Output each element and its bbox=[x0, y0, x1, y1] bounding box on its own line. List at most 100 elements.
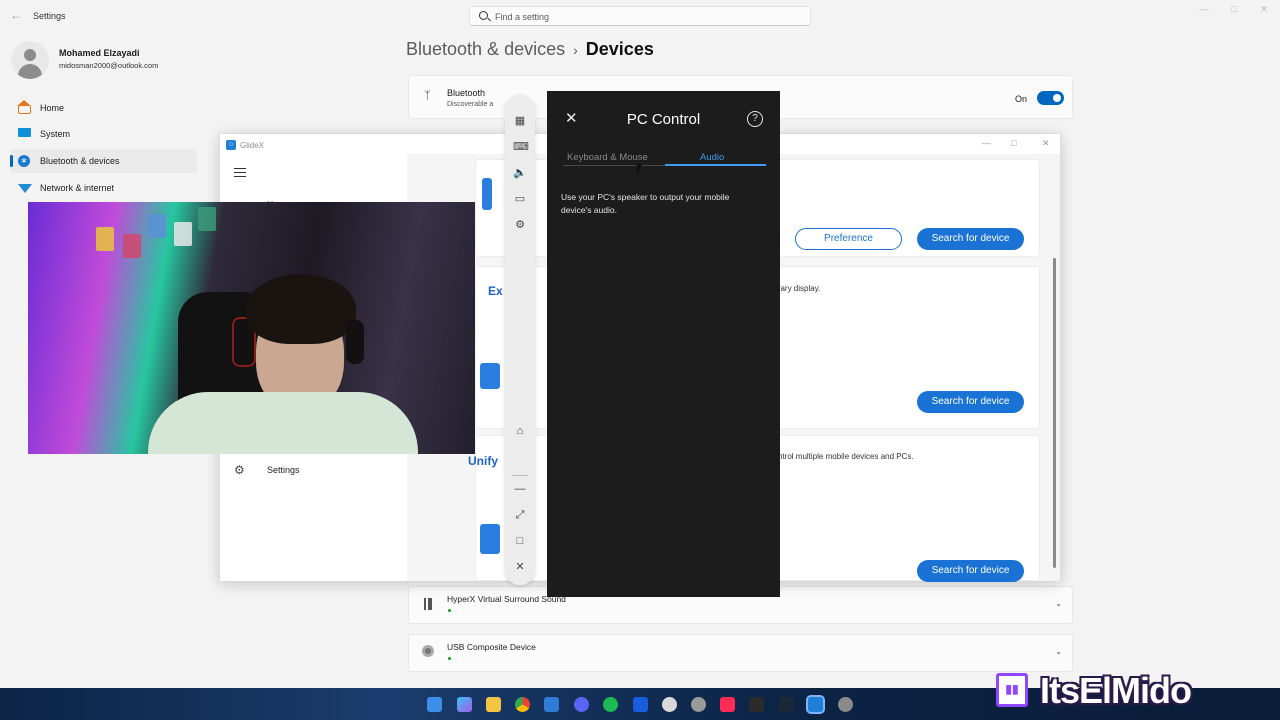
pc-control-panel: ✕ PC Control ? Keyboard & Mouse Audio Us… bbox=[547, 91, 780, 597]
settings-icon[interactable] bbox=[838, 697, 853, 712]
epic-games-icon[interactable] bbox=[749, 697, 764, 712]
streamer-shirt bbox=[148, 392, 418, 454]
device-name: USB Composite Device bbox=[447, 642, 536, 652]
file-explorer-icon[interactable] bbox=[486, 697, 501, 712]
app-icon[interactable] bbox=[544, 697, 559, 712]
help-icon[interactable]: ? bbox=[747, 111, 763, 127]
steelseries-icon[interactable] bbox=[662, 697, 677, 712]
keyboard-icon[interactable]: ⌨ bbox=[513, 140, 529, 154]
tab-active-indicator bbox=[665, 164, 766, 166]
app-icon[interactable] bbox=[691, 697, 706, 712]
audio-description: Use your PC's speaker to output your mob… bbox=[561, 192, 730, 215]
copilot-icon[interactable] bbox=[457, 697, 472, 712]
fullscreen-icon[interactable]: ⤢ bbox=[513, 508, 527, 522]
glidex-nav-settings[interactable]: Settings bbox=[267, 465, 300, 475]
bluetooth-icon: ᛉ bbox=[424, 90, 431, 102]
status-dot bbox=[448, 657, 451, 660]
hamburger-menu-icon[interactable] bbox=[234, 168, 246, 177]
back-arrow-icon[interactable]: ← bbox=[10, 8, 24, 22]
maximize-icon[interactable]: □ bbox=[1011, 138, 1016, 148]
profile-name: Mohamed Elzayadi bbox=[59, 48, 140, 58]
floating-toolbar: ▦ ⌨ 🔈 ▭ ⚙ ⌂ — ⤢ □ ✕ bbox=[505, 95, 535, 585]
card-heading: Ex bbox=[488, 284, 503, 298]
profile-email: midosman2000@outlook.com bbox=[59, 61, 159, 70]
minimize-icon[interactable]: — bbox=[1196, 4, 1212, 18]
twitch-icon: ▮▮ bbox=[996, 673, 1028, 707]
chevron-down-icon[interactable]: ⌄ bbox=[1055, 599, 1062, 608]
chrome-icon[interactable] bbox=[515, 697, 530, 712]
poster-image bbox=[174, 222, 192, 246]
speaker-icon[interactable]: 🔈 bbox=[513, 166, 527, 180]
steam-icon[interactable] bbox=[779, 697, 794, 712]
glidex-icon[interactable] bbox=[806, 695, 825, 714]
sidebar-item-home[interactable]: Home bbox=[10, 96, 197, 120]
start-icon[interactable] bbox=[427, 697, 442, 712]
sidebar-item-label: Network & internet bbox=[40, 183, 115, 193]
illustration-icon bbox=[480, 524, 500, 554]
breadcrumb-parent[interactable]: Bluetooth & devices bbox=[406, 39, 565, 59]
card-description: ntrol multiple mobile devices and PCs. bbox=[778, 452, 914, 461]
poster-image bbox=[123, 234, 141, 258]
headset bbox=[346, 320, 364, 364]
search-icon bbox=[479, 11, 488, 20]
webcam-overlay bbox=[28, 202, 475, 454]
tab-audio[interactable]: Audio bbox=[700, 152, 724, 163]
glidex-title: GlideX bbox=[240, 141, 265, 150]
bluetooth-subtitle: Discoverable a bbox=[447, 101, 494, 108]
settings-titlebar: ← Settings — □ ✕ bbox=[0, 0, 1280, 32]
close-icon[interactable]: ✕ bbox=[513, 560, 527, 574]
sidebar-item-label: System bbox=[40, 129, 71, 139]
preference-button[interactable]: Preference bbox=[795, 228, 902, 250]
wifi-icon bbox=[18, 184, 32, 193]
minimize-icon[interactable]: — bbox=[513, 482, 527, 496]
search-input[interactable] bbox=[495, 10, 795, 23]
home-icon[interactable]: ⌂ bbox=[513, 424, 527, 438]
chevron-down-icon[interactable]: ⌄ bbox=[1055, 647, 1062, 656]
discord-icon[interactable] bbox=[574, 697, 589, 712]
mouse-cursor-icon bbox=[637, 164, 642, 176]
poster-image bbox=[96, 227, 114, 251]
close-icon[interactable]: ✕ bbox=[1256, 4, 1272, 18]
sidebar-item-label: Bluetooth & devices bbox=[40, 156, 120, 166]
sidebar-item-network[interactable]: Network & internet bbox=[10, 176, 197, 200]
spotify-icon[interactable] bbox=[603, 697, 618, 712]
search-box[interactable] bbox=[469, 6, 811, 26]
window-icon[interactable]: □ bbox=[513, 534, 527, 548]
status-dot bbox=[448, 609, 451, 612]
close-icon[interactable]: ✕ bbox=[1042, 138, 1050, 149]
search-device-button[interactable]: Search for device bbox=[917, 560, 1024, 582]
avatar[interactable] bbox=[11, 41, 49, 79]
poster-image bbox=[198, 207, 216, 231]
screen-icon[interactable]: ▭ bbox=[513, 192, 527, 206]
tiktok-icon[interactable] bbox=[720, 697, 735, 712]
bluetooth-toggle[interactable] bbox=[1037, 91, 1064, 105]
speaker-icon bbox=[424, 598, 432, 610]
bitwarden-icon[interactable] bbox=[633, 697, 648, 712]
search-device-button[interactable]: Search for device bbox=[917, 391, 1024, 413]
minimize-icon[interactable]: — bbox=[982, 138, 991, 148]
streamer-hair bbox=[246, 274, 356, 344]
gear-icon[interactable]: ⚙ bbox=[513, 218, 527, 232]
bluetooth-icon: ∗ bbox=[18, 155, 30, 167]
poster-image bbox=[148, 214, 166, 238]
gear-icon: ⚙ bbox=[234, 463, 245, 477]
page-title: Devices bbox=[585, 39, 654, 59]
app-title: Settings bbox=[33, 11, 66, 21]
webcam-icon bbox=[422, 645, 434, 657]
chevron-right-icon: › bbox=[573, 42, 578, 58]
search-device-button[interactable]: Search for device bbox=[917, 228, 1024, 250]
breadcrumb: Bluetooth & devices › Devices bbox=[406, 39, 654, 60]
maximize-icon[interactable]: □ bbox=[1226, 4, 1242, 18]
card-description: dary display. bbox=[776, 284, 821, 293]
sidebar-item-label: Home bbox=[40, 103, 65, 113]
sidebar-item-system[interactable]: System bbox=[10, 122, 197, 146]
divider bbox=[512, 475, 528, 476]
pc-control-title: PC Control bbox=[626, 111, 701, 128]
bluetooth-title: Bluetooth bbox=[447, 88, 486, 98]
sidebar-item-bluetooth[interactable]: ∗ Bluetooth & devices bbox=[10, 149, 197, 173]
tab-keyboard-mouse[interactable]: Keyboard & Mouse bbox=[567, 152, 648, 163]
scrollbar[interactable] bbox=[1053, 258, 1056, 568]
glidex-logo-icon: ○ bbox=[226, 140, 236, 150]
grid-icon[interactable]: ▦ bbox=[513, 114, 527, 128]
device-row[interactable]: USB Composite Device ⌄ bbox=[408, 634, 1073, 672]
